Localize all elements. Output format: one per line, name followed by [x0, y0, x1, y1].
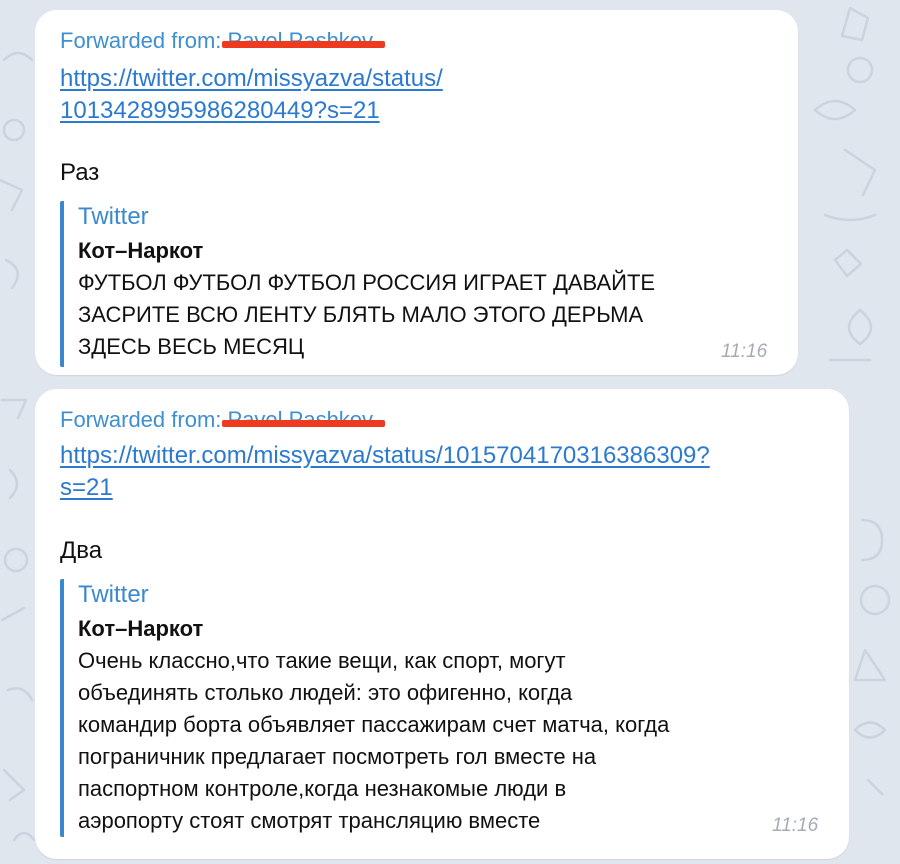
- preview-line: пограничник предлагает посмотреть гол вм…: [78, 744, 597, 769]
- preview-line: ЗДЕСЬ ВЕСЬ МЕСЯЦ: [78, 334, 305, 359]
- tweet-link-line-2[interactable]: s=21: [60, 472, 113, 504]
- tweet-link-line-1[interactable]: https://twitter.com/missyazva/status/: [60, 63, 443, 95]
- message-bubble[interactable]: Forwarded from: Pavel Pashkov https://tw…: [35, 389, 849, 859]
- message-bubble[interactable]: Forwarded from: Pavel Pashkov https://tw…: [35, 10, 798, 375]
- preview-line: Очень классно,что такие вещи, как спорт,…: [78, 648, 566, 673]
- preview-line: ФУТБОЛ ФУТБОЛ ФУТБОЛ РОССИЯ ИГРАЕТ ДАВАЙ…: [78, 270, 656, 295]
- redaction-mark: [221, 420, 386, 427]
- preview-site-name: Twitter: [78, 581, 149, 608]
- preview-line: объединять столько людей: это офигенно, …: [78, 680, 573, 705]
- message-text: Два: [60, 537, 103, 564]
- preview-line: аэропорту стоят смотрят трансляцию вмест…: [78, 808, 541, 833]
- message-text: Раз: [60, 159, 100, 186]
- forwarded-sender-name[interactable]: Pavel Pashkov: [221, 407, 386, 432]
- message-timestamp: 11:16: [772, 815, 819, 836]
- forwarded-from-label: Forwarded from:: [60, 407, 222, 432]
- link-preview[interactable]: Twitter Кот–Наркот Очень классно,что так…: [60, 579, 669, 837]
- redaction-mark: [221, 41, 386, 48]
- preview-line: ЗАСРИТЕ ВСЮ ЛЕНТУ БЛЯТЬ МАЛО ЭТОГО ДЕРЬМ…: [78, 302, 644, 327]
- forwarded-from-header[interactable]: Forwarded from: Pavel Pashkov: [60, 404, 386, 436]
- preview-line: паспортном контроле,когда незнакомые люд…: [78, 776, 567, 801]
- preview-description: Очень классно,что такие вещи, как спорт,…: [78, 645, 669, 837]
- tweet-link-line-1[interactable]: https://twitter.com/missyazva/status/101…: [60, 440, 710, 472]
- preview-description: ФУТБОЛ ФУТБОЛ ФУТБОЛ РОССИЯ ИГРАЕТ ДАВАЙ…: [78, 267, 655, 363]
- tweet-link-line-2[interactable]: 1013428995986280449?s=21: [60, 95, 380, 127]
- forwarded-sender-name[interactable]: Pavel Pashkov: [221, 28, 386, 53]
- link-preview[interactable]: Twitter Кот–Наркот ФУТБОЛ ФУТБОЛ ФУТБОЛ …: [60, 201, 655, 367]
- preview-title: Кот–Наркот: [78, 238, 204, 263]
- preview-site-name: Twitter: [78, 203, 149, 230]
- preview-title: Кот–Наркот: [78, 616, 204, 641]
- forwarded-from-label: Forwarded from:: [60, 28, 222, 53]
- preview-line: командир борта объявляет пассажирам счет…: [78, 712, 670, 737]
- message-timestamp: 11:16: [721, 341, 768, 362]
- forwarded-from-header[interactable]: Forwarded from: Pavel Pashkov: [60, 25, 386, 57]
